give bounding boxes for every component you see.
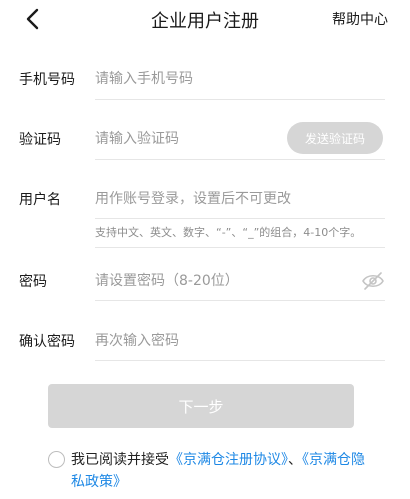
username-label: 用户名: [19, 192, 61, 208]
chevron-left-icon: [26, 8, 39, 30]
top-bar: 企业用户注册 帮助中心: [0, 0, 410, 40]
password-visibility-toggle[interactable]: [361, 271, 385, 291]
confirm-label: 确认密码: [19, 334, 75, 350]
phone-input[interactable]: [95, 68, 375, 90]
agreement: 我已阅读并接受《京满仓注册协议》、《京满仓隐私政策》: [48, 449, 368, 493]
password-label: 密码: [19, 274, 47, 290]
phone-label: 手机号码: [19, 72, 75, 88]
help-center-link[interactable]: 帮助中心: [332, 9, 388, 29]
password-input[interactable]: [95, 270, 345, 292]
send-code-button[interactable]: 发送验证码: [287, 122, 383, 154]
username-divider: [95, 218, 385, 219]
agreement-checkbox[interactable]: [48, 451, 65, 468]
confirm-password-input[interactable]: [95, 330, 375, 352]
registration-agreement-link[interactable]: 《京满仓注册协议》: [169, 452, 288, 468]
hint-divider: [95, 247, 385, 248]
agreement-separator: 、: [288, 452, 302, 468]
password-divider: [95, 300, 385, 301]
code-input[interactable]: [95, 128, 275, 150]
confirm-divider: [95, 360, 385, 361]
phone-divider: [95, 99, 385, 100]
username-input[interactable]: [95, 188, 380, 210]
agreement-prefix: 我已阅读并接受: [71, 452, 169, 468]
username-hint: 支持中文、英文、数字、“-”、“_”的组合，4-10个字。: [95, 226, 362, 239]
agreement-text: 我已阅读并接受《京满仓注册协议》、《京满仓隐私政策》: [48, 449, 368, 493]
code-label: 验证码: [19, 132, 61, 148]
next-step-button[interactable]: 下一步: [48, 384, 354, 428]
back-button[interactable]: [18, 4, 48, 34]
eye-slash-icon: [362, 272, 384, 290]
code-divider: [95, 159, 385, 160]
